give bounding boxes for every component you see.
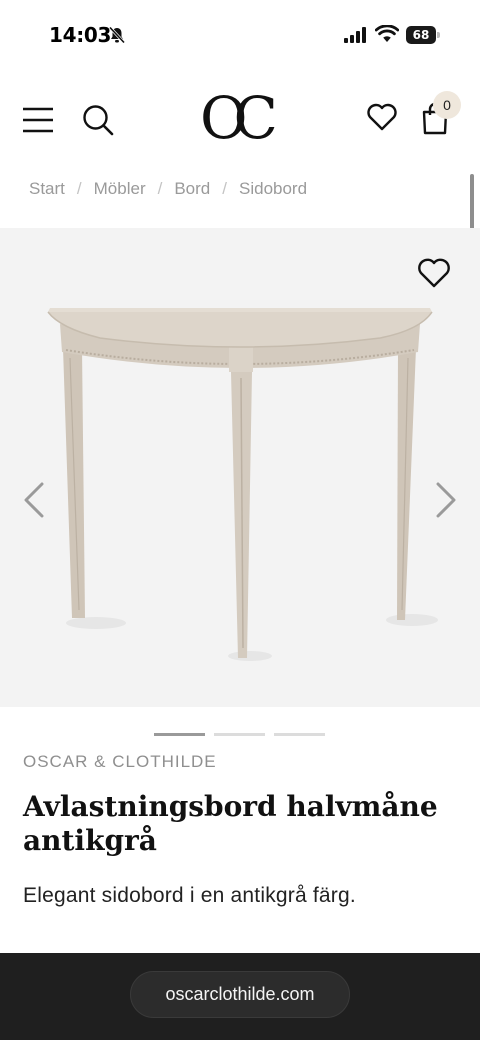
chevron-right-icon[interactable]	[430, 480, 462, 520]
product-image-half-moon-table	[47, 308, 438, 661]
product-image-gallery[interactable]	[0, 228, 480, 707]
breadcrumb-separator: /	[157, 179, 163, 198]
breadcrumb-separator: /	[76, 179, 82, 198]
breadcrumb-item-bord[interactable]: Bord	[174, 179, 210, 199]
breadcrumb-item-sidobord[interactable]: Sidobord	[239, 179, 307, 199]
hamburger-menu-icon[interactable]	[22, 107, 54, 133]
status-bar: 14:03 68	[0, 0, 480, 70]
page-scrollbar[interactable]	[470, 174, 474, 232]
breadcrumb-item-mobler[interactable]: Möbler	[94, 179, 146, 199]
search-icon[interactable]	[82, 104, 114, 136]
battery-level: 68	[406, 26, 436, 44]
gallery-dot-1[interactable]	[154, 733, 205, 736]
bell-slash-icon	[108, 26, 126, 44]
gallery-pagination	[154, 733, 325, 736]
battery-icon: 68	[406, 26, 440, 44]
breadcrumb-item-start[interactable]: Start	[29, 179, 65, 199]
product-brand[interactable]: OSCAR & CLOTHILDE	[23, 752, 217, 772]
signal-icon	[344, 27, 366, 43]
battery-cap	[437, 32, 440, 38]
browser-url-bar[interactable]: oscarclothilde.com	[130, 971, 350, 1018]
wifi-icon	[375, 25, 399, 42]
product-description: Elegant sidobord i en antikgrå färg.	[23, 884, 356, 907]
cart-count-badge[interactable]: 0	[433, 91, 461, 119]
breadcrumb: Start / Möbler / Bord / Sidobord	[29, 177, 307, 201]
gallery-dot-3[interactable]	[274, 733, 325, 736]
heart-icon[interactable]	[366, 102, 398, 132]
browser-bottom-bar: oscarclothilde.com	[0, 953, 480, 1040]
site-header: OC 0	[0, 80, 480, 160]
favorite-heart-icon[interactable]	[416, 256, 452, 290]
gallery-dot-2[interactable]	[214, 733, 265, 736]
site-logo[interactable]: OC	[200, 88, 284, 148]
breadcrumb-separator: /	[222, 179, 227, 198]
product-title: Avlastningsbord halvmåne antikgrå	[23, 790, 438, 857]
chevron-left-icon[interactable]	[18, 480, 50, 520]
status-time: 14:03	[49, 23, 112, 47]
